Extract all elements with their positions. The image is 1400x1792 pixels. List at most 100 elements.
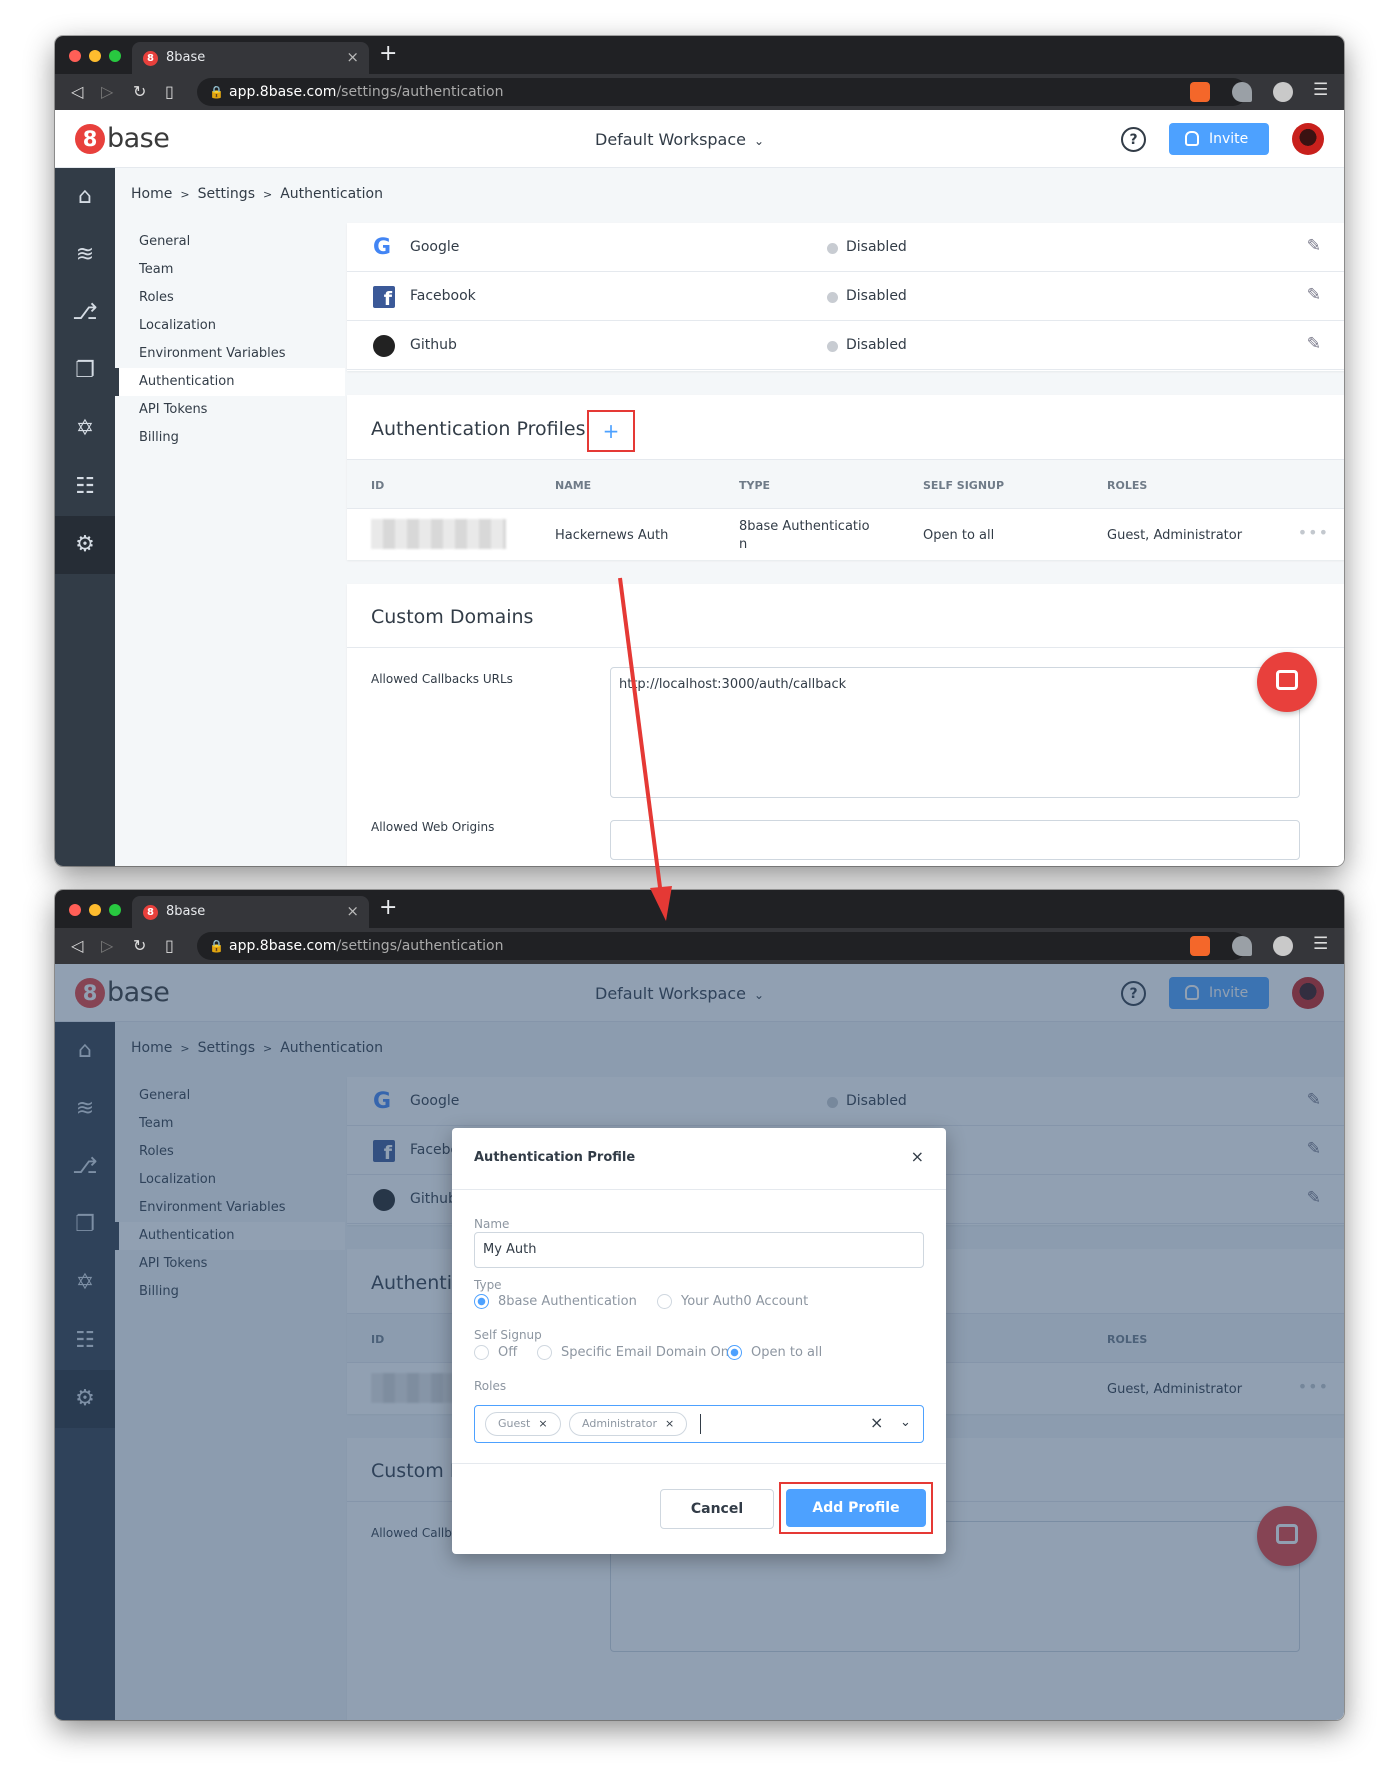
remove-chip-icon[interactable]: × bbox=[665, 1417, 674, 1430]
bookmark-icon[interactable]: ▯ bbox=[165, 936, 174, 955]
minimize-window-button[interactable] bbox=[89, 904, 101, 916]
subnav-item-roles[interactable]: Roles bbox=[115, 284, 345, 312]
help-icon[interactable]: ? bbox=[1121, 127, 1146, 152]
reload-icon[interactable]: ↻ bbox=[133, 936, 146, 955]
close-window-button[interactable] bbox=[69, 50, 81, 62]
subnav-item-environment-variables[interactable]: Environment Variables bbox=[115, 340, 345, 368]
column-header-id: ID bbox=[371, 479, 385, 492]
url-path: /settings/authentication bbox=[336, 938, 504, 954]
breadcrumb-settings[interactable]: Settings bbox=[198, 186, 255, 202]
close-tab-icon[interactable]: × bbox=[346, 902, 359, 920]
forward-icon[interactable]: ▷ bbox=[101, 82, 113, 101]
invite-button[interactable]: Invite bbox=[1169, 123, 1269, 155]
add-profile-button[interactable]: Add Profile bbox=[786, 1489, 926, 1527]
workspace-label: Default Workspace bbox=[595, 130, 746, 149]
signup-radio-off[interactable]: Off bbox=[474, 1344, 517, 1362]
table-row[interactable]: Hackernews Auth 8base Authenticatio n Op… bbox=[347, 509, 1344, 560]
brave-shield-icon[interactable] bbox=[1190, 82, 1210, 102]
breadcrumb-home[interactable]: Home bbox=[131, 186, 172, 202]
close-icon[interactable]: × bbox=[911, 1147, 924, 1166]
back-icon[interactable]: ◁ bbox=[71, 936, 83, 955]
profile-icon[interactable] bbox=[1273, 936, 1293, 956]
url-field[interactable]: 🔒 app.8base.com/settings/authentication bbox=[197, 932, 1247, 960]
menu-icon[interactable]: ☰ bbox=[1313, 80, 1328, 100]
subnav-item-api-tokens[interactable]: API Tokens bbox=[115, 396, 345, 424]
edit-icon[interactable]: ✎ bbox=[1307, 236, 1321, 256]
signup-radio-open[interactable]: Open to all bbox=[727, 1344, 822, 1362]
bookmark-icon[interactable]: ▯ bbox=[165, 82, 174, 101]
close-window-button[interactable] bbox=[69, 904, 81, 916]
chevron-down-icon[interactable]: ⌄ bbox=[900, 1415, 911, 1430]
user-icon bbox=[1185, 131, 1199, 146]
browser-window-before: 8 8base × + ◁ ▷ ↻ ▯ 🔒 app.8base.com/setti… bbox=[55, 36, 1344, 866]
graphql-icon[interactable]: ✡ bbox=[55, 400, 115, 458]
zoom-window-button[interactable] bbox=[109, 904, 121, 916]
profile-icon[interactable] bbox=[1273, 82, 1293, 102]
avatar[interactable] bbox=[1292, 123, 1324, 155]
minimize-window-button[interactable] bbox=[89, 50, 101, 62]
edit-icon[interactable]: ✎ bbox=[1307, 285, 1321, 305]
callback-urls-field[interactable]: http://localhost:3000/auth/callback bbox=[610, 667, 1300, 798]
settings-icon[interactable]: ⚙ bbox=[55, 516, 115, 574]
custom-domains-title: Custom Domains bbox=[371, 606, 534, 628]
zoom-window-button[interactable] bbox=[109, 50, 121, 62]
provider-name: Google bbox=[410, 239, 460, 255]
roles-label: Roles bbox=[474, 1379, 507, 1393]
type-radio-8base[interactable]: 8base Authentication bbox=[474, 1293, 637, 1311]
subnav-item-team[interactable]: Team bbox=[115, 256, 345, 284]
add-profile-button[interactable]: + bbox=[599, 419, 623, 443]
forward-icon[interactable]: ▷ bbox=[101, 936, 113, 955]
close-tab-icon[interactable]: × bbox=[346, 48, 359, 66]
name-field[interactable]: My Auth bbox=[474, 1232, 924, 1268]
subnav-item-authentication[interactable]: Authentication bbox=[115, 368, 345, 396]
provider-name: Github bbox=[410, 337, 457, 353]
pages-icon[interactable]: ❐ bbox=[55, 342, 115, 400]
column-header-self-signup: SELF SIGNUP bbox=[923, 479, 1005, 492]
column-header-type: TYPE bbox=[739, 479, 771, 492]
new-tab-icon[interactable]: + bbox=[379, 41, 397, 66]
logo[interactable]: 8 base bbox=[75, 123, 170, 155]
icon-sidebar: ⌂ ≋ ⎇ ❐ ✡ ☷ ⚙ bbox=[55, 168, 115, 866]
new-tab-icon[interactable]: + bbox=[379, 895, 397, 920]
auth-profiles-card: Authentication Profiles + ID NAME TYPE S… bbox=[347, 395, 1344, 560]
subnav-item-localization[interactable]: Localization bbox=[115, 312, 345, 340]
home-icon[interactable]: ⌂ bbox=[55, 168, 115, 226]
provider-status: Disabled bbox=[846, 288, 907, 304]
chat-icon bbox=[1276, 670, 1298, 690]
google-icon: G bbox=[373, 235, 392, 260]
roles-select[interactable]: Guest × Administrator × × ⌄ bbox=[474, 1405, 924, 1443]
web-origins-field[interactable] bbox=[610, 820, 1300, 860]
reload-icon[interactable]: ↻ bbox=[133, 82, 146, 101]
cancel-button[interactable]: Cancel bbox=[660, 1489, 774, 1529]
subnav-item-billing[interactable]: Billing bbox=[115, 424, 345, 452]
web-origins-label: Allowed Web Origins bbox=[371, 820, 495, 834]
more-icon[interactable]: ••• bbox=[1298, 523, 1329, 542]
url-field[interactable]: 🔒 app.8base.com/settings/authentication bbox=[197, 78, 1247, 106]
chevron-down-icon: ⌄ bbox=[754, 134, 765, 148]
chat-button[interactable] bbox=[1257, 652, 1317, 712]
brave-shield-icon[interactable] bbox=[1190, 936, 1210, 956]
remove-chip-icon[interactable]: × bbox=[538, 1417, 547, 1430]
browser-tab[interactable]: 8 8base × bbox=[132, 896, 369, 928]
type-radio-auth0[interactable]: Your Auth0 Account bbox=[657, 1293, 808, 1311]
database-icon[interactable]: ≋ bbox=[55, 226, 115, 284]
lock-icon: 🔒 bbox=[209, 939, 224, 953]
browser-tab[interactable]: 8 8base × bbox=[132, 42, 369, 74]
tab-title: 8base bbox=[166, 50, 206, 65]
app: 8base Default Workspace ⌄ ? Invite ⌂ ≋ ⎇ … bbox=[55, 110, 1344, 866]
breadcrumb-sep: > bbox=[180, 188, 190, 201]
edit-icon[interactable]: ✎ bbox=[1307, 334, 1321, 354]
logo-mark: 8 bbox=[75, 123, 105, 154]
divider bbox=[452, 1189, 946, 1190]
team-icon[interactable]: ☷ bbox=[55, 458, 115, 516]
extension-icon[interactable] bbox=[1232, 82, 1252, 102]
column-header-roles: ROLES bbox=[1107, 479, 1148, 492]
subnav-item-general[interactable]: General bbox=[115, 228, 345, 256]
workspace-selector[interactable]: Default Workspace ⌄ bbox=[595, 130, 764, 149]
logic-icon[interactable]: ⎇ bbox=[55, 284, 115, 342]
signup-radio-email-domain[interactable]: Specific Email Domain Only bbox=[537, 1344, 740, 1362]
extension-icon[interactable] bbox=[1232, 936, 1252, 956]
back-icon[interactable]: ◁ bbox=[71, 82, 83, 101]
menu-icon[interactable]: ☰ bbox=[1313, 934, 1328, 954]
clear-icon[interactable]: × bbox=[870, 1413, 883, 1432]
